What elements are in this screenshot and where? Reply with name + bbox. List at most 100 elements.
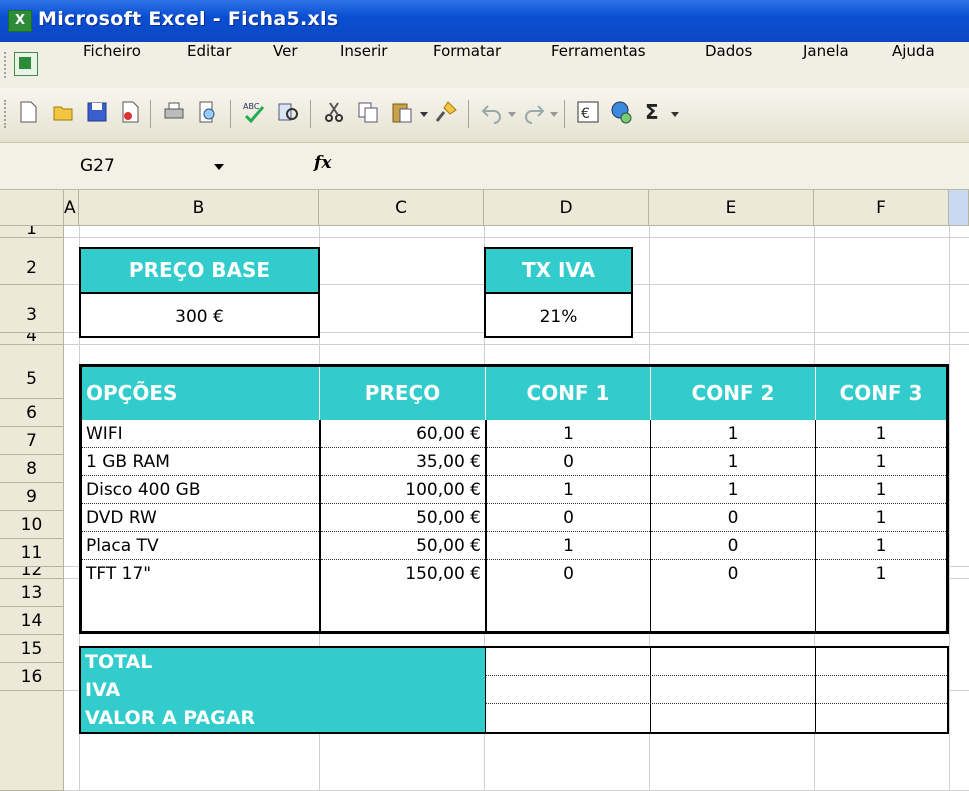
cut-icon[interactable] (322, 100, 346, 124)
option-conf-1[interactable]: 0 (487, 560, 650, 588)
redo-icon[interactable] (522, 100, 546, 124)
paste-dropdown-icon[interactable] (420, 112, 428, 117)
option-conf-1[interactable]: 0 (487, 448, 650, 476)
column-header-f[interactable]: F (814, 190, 949, 226)
menu-dados[interactable]: Dados (705, 42, 752, 88)
row-header-16[interactable]: 16 (0, 663, 64, 691)
menu-inserir[interactable]: Inserir (340, 42, 387, 88)
new-icon[interactable] (16, 100, 40, 124)
formula-input[interactable] (350, 149, 965, 183)
row-header-6[interactable]: 6 (0, 399, 64, 427)
row-header-12[interactable]: 12 (0, 567, 64, 579)
option-conf-3[interactable]: 1 (816, 448, 946, 476)
row-header-3[interactable]: 3 (0, 285, 64, 333)
option-conf-3[interactable]: 1 (816, 504, 946, 532)
option-name[interactable]: WIFI (82, 420, 319, 448)
row-header-2[interactable]: 2 (0, 238, 64, 285)
row-header-15[interactable]: 15 (0, 635, 64, 663)
redo-dropdown-icon[interactable] (550, 112, 558, 117)
option-name[interactable]: Placa TV (82, 532, 319, 560)
tx-iva-label[interactable]: TX IVA (484, 247, 633, 292)
option-conf-3[interactable]: 1 (816, 420, 946, 448)
grip-handle[interactable] (4, 52, 9, 78)
row-header-4[interactable]: 4 (0, 333, 64, 345)
select-all-corner[interactable] (0, 190, 64, 226)
option-conf-3[interactable]: 1 (816, 560, 946, 588)
row-header-13[interactable]: 13 (0, 579, 64, 607)
summary-valor-label[interactable]: VALOR A PAGAR (81, 704, 485, 732)
option-conf-2[interactable]: 0 (651, 532, 815, 560)
spelling-icon[interactable]: ABC (242, 100, 266, 124)
research-icon[interactable] (276, 100, 300, 124)
option-name[interactable]: DVD RW (82, 504, 319, 532)
header-preco[interactable]: PREÇO (320, 367, 486, 420)
column-header-b[interactable]: B (79, 190, 319, 226)
option-conf-1[interactable]: 1 (487, 532, 650, 560)
tx-iva-value[interactable]: 21% (484, 292, 633, 338)
option-price[interactable]: 50,00 € (321, 532, 485, 560)
autosum-dropdown-icon[interactable] (671, 112, 679, 117)
option-price[interactable]: 60,00 € (321, 420, 485, 448)
option-conf-1[interactable]: 1 (487, 420, 650, 448)
menu-formatar[interactable]: Formatar (433, 42, 501, 88)
insert-function-icon[interactable]: fx (314, 153, 331, 173)
summary-iva-label[interactable]: IVA (81, 676, 485, 704)
excel-icon[interactable] (8, 10, 32, 32)
option-conf-2[interactable]: 1 (651, 448, 815, 476)
header-conf-2[interactable]: CONF 2 (651, 367, 816, 420)
undo-dropdown-icon[interactable] (508, 112, 516, 117)
option-conf-2[interactable]: 1 (651, 476, 815, 504)
paste-icon[interactable] (390, 100, 414, 124)
menu-ferramentas[interactable]: Ferramentas (551, 42, 646, 88)
row-header-7[interactable]: 7 (0, 427, 64, 455)
row-header-11[interactable]: 11 (0, 539, 64, 567)
row-header-1[interactable]: 1 (0, 226, 64, 238)
menu-ajuda[interactable]: Ajuda (892, 42, 935, 88)
print-icon[interactable] (162, 100, 186, 124)
print-preview-icon[interactable] (196, 100, 220, 124)
header-opcoes[interactable]: OPÇÕES (82, 367, 320, 420)
menu-ficheiro[interactable]: Ficheiro (83, 42, 141, 88)
option-conf-1[interactable]: 0 (487, 504, 650, 532)
permission-icon[interactable] (118, 100, 142, 124)
open-icon[interactable] (52, 100, 76, 124)
row-header-14[interactable]: 14 (0, 607, 64, 635)
row-header-9[interactable]: 9 (0, 483, 64, 511)
format-painter-icon[interactable] (434, 100, 458, 124)
column-header-d[interactable]: D (484, 190, 649, 226)
workbook-icon[interactable] (14, 52, 38, 76)
preco-base-label[interactable]: PREÇO BASE (79, 247, 320, 292)
menu-editar[interactable]: Editar (187, 42, 231, 88)
header-conf-1[interactable]: CONF 1 (486, 367, 651, 420)
column-header-g[interactable] (949, 190, 969, 226)
option-conf-2[interactable]: 1 (651, 420, 815, 448)
column-header-c[interactable]: C (319, 190, 484, 226)
option-conf-3[interactable]: 1 (816, 476, 946, 504)
grip-handle[interactable] (4, 100, 9, 128)
option-conf-2[interactable]: 0 (651, 504, 815, 532)
column-header-e[interactable]: E (649, 190, 814, 226)
worksheet-grid[interactable]: A B C D E F 1 2 3 4 5 6 7 8 9 10 11 12 1… (0, 190, 969, 791)
row-header-10[interactable]: 10 (0, 511, 64, 539)
autosum-icon[interactable]: Σ (645, 100, 659, 124)
menu-janela[interactable]: Janela (803, 42, 849, 88)
menu-ver[interactable]: Ver (273, 42, 298, 88)
summary-total-label[interactable]: TOTAL (81, 648, 485, 676)
option-name[interactable]: Disco 400 GB (82, 476, 319, 504)
save-icon[interactable] (85, 100, 109, 124)
option-conf-3[interactable]: 1 (816, 532, 946, 560)
name-box-dropdown-icon[interactable] (214, 164, 224, 170)
option-price[interactable]: 100,00 € (321, 476, 485, 504)
euro-conversion-icon[interactable]: € (576, 100, 600, 124)
option-price[interactable]: 35,00 € (321, 448, 485, 476)
hyperlink-icon[interactable] (610, 100, 634, 124)
option-conf-1[interactable]: 1 (487, 476, 650, 504)
option-price[interactable]: 50,00 € (321, 504, 485, 532)
option-conf-2[interactable]: 0 (651, 560, 815, 588)
option-name[interactable]: 1 GB RAM (82, 448, 319, 476)
option-name[interactable]: TFT 17" (82, 560, 319, 588)
preco-base-value[interactable]: 300 € (79, 292, 320, 338)
row-header-5[interactable]: 5 (0, 345, 64, 399)
copy-icon[interactable] (356, 100, 380, 124)
column-header-a[interactable]: A (64, 190, 79, 226)
